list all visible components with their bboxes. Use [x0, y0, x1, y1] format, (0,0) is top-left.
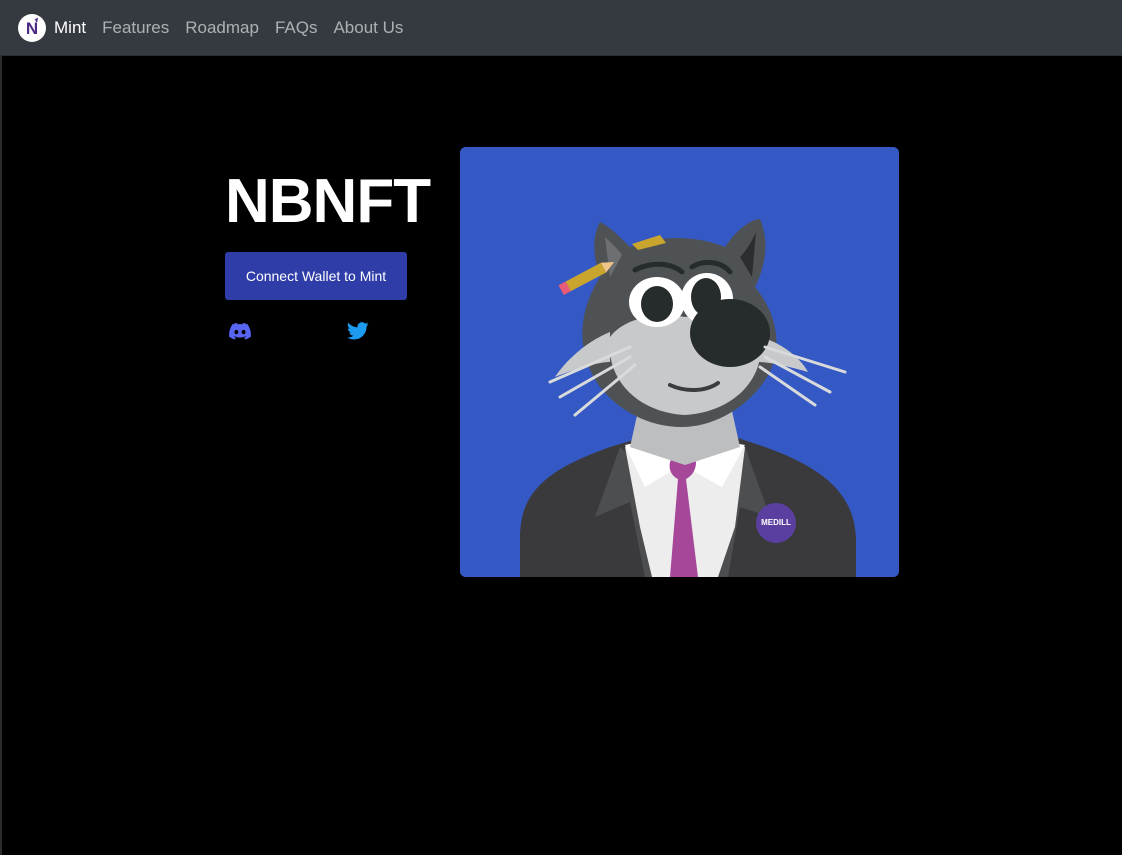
nft-preview-image: MEDILL: [460, 147, 899, 577]
brand-link[interactable]: N Mint: [18, 13, 87, 42]
brand-label: Mint: [54, 17, 87, 37]
nav-links: Features Roadmap FAQs About Us: [94, 18, 411, 38]
nav-link-faqs[interactable]: FAQs: [267, 18, 326, 38]
nav-link-features[interactable]: Features: [94, 18, 177, 38]
nav-link-about-us[interactable]: About Us: [325, 18, 411, 38]
nav-link-roadmap[interactable]: Roadmap: [177, 18, 267, 38]
left-edge-divider: [0, 56, 2, 855]
twitter-icon[interactable]: [346, 320, 370, 342]
discord-icon[interactable]: [228, 320, 252, 342]
connect-wallet-button[interactable]: Connect Wallet to Mint: [225, 252, 407, 300]
nbnft-logo-icon: N: [18, 13, 46, 42]
wildcat-illustration: MEDILL: [460, 147, 899, 577]
top-navbar: N Mint Features Roadmap FAQs About Us: [0, 0, 1122, 56]
hero-title: NBNFT: [225, 167, 431, 236]
medill-badge-text: MEDILL: [761, 518, 791, 527]
